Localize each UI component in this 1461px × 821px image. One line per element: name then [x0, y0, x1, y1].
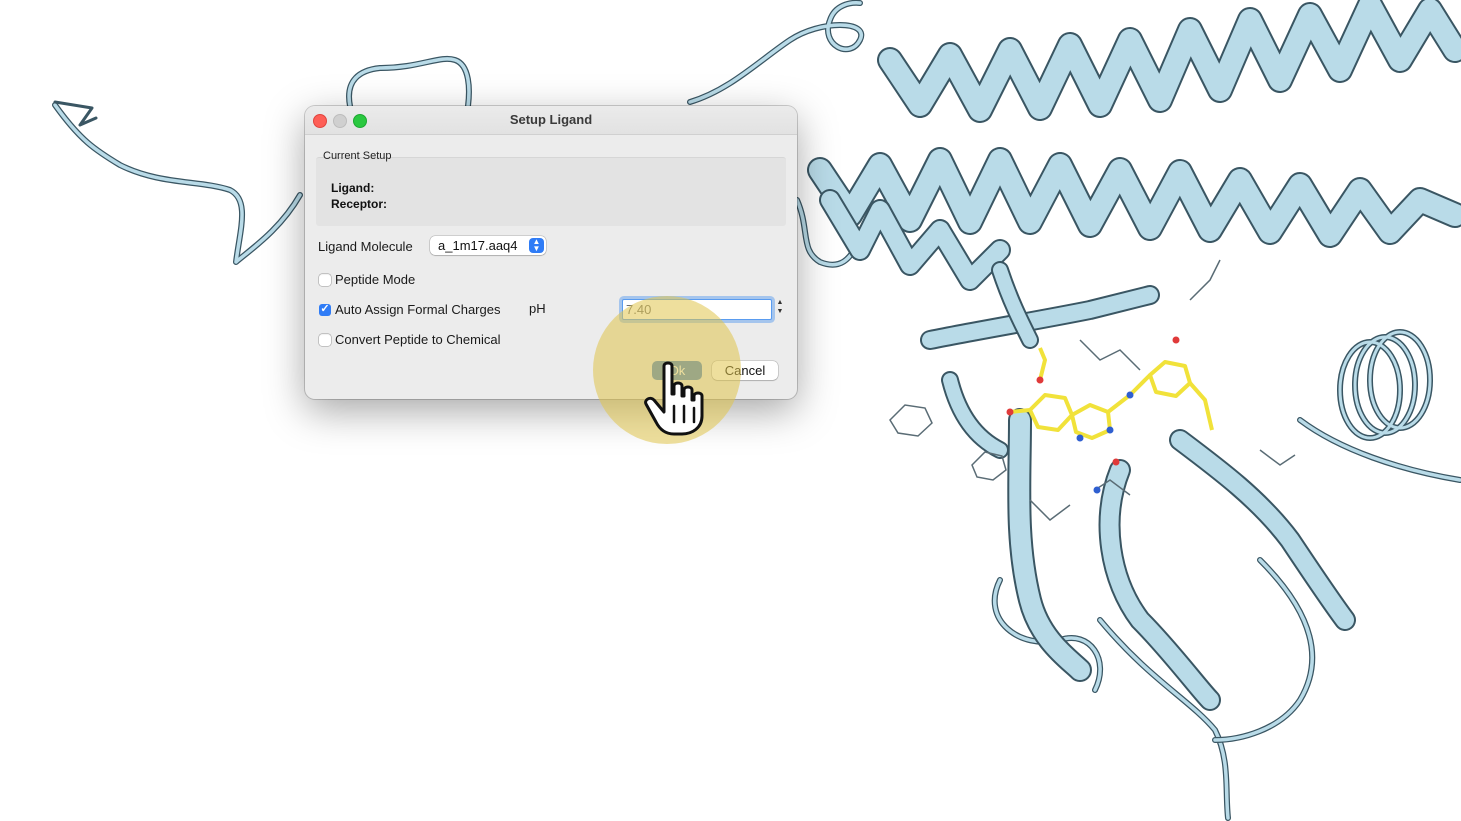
receptor-info-label: Receptor: — [331, 197, 388, 211]
beta-sheets — [920, 261, 1356, 711]
ligand-molecule-popup[interactable]: a_1m17.aaq4 ▲ ▼ — [430, 236, 546, 255]
auto-assign-charges-checkbox[interactable]: ✓ — [319, 303, 331, 316]
chevron-up-down-icon: ▲ ▼ — [529, 238, 544, 253]
stepper-up-icon[interactable]: ▲ — [775, 298, 785, 307]
ph-input[interactable]: 7.40 — [622, 299, 772, 320]
current-setup-group: Ligand: Receptor: — [316, 157, 786, 226]
helix-middle — [807, 147, 1461, 248]
ligand-molecule-value: a_1m17.aaq4 — [438, 238, 518, 253]
ligand-molecule-label: Ligand Molecule — [318, 239, 413, 254]
helix-top — [877, 0, 1461, 123]
current-setup-label: Current Setup — [323, 150, 392, 162]
ligand-structure — [1009, 347, 1214, 440]
setup-ligand-dialog: Setup Ligand Ligand: Receptor: Current S… — [305, 106, 797, 399]
checkmark-icon: ✓ — [320, 303, 330, 315]
molecular-viewer[interactable]: Setup Ligand Ligand: Receptor: Current S… — [0, 0, 1461, 821]
ligand-info-label: Ligand: — [331, 181, 375, 195]
ok-button[interactable]: Ok — [652, 361, 702, 380]
peptide-mode-label: Peptide Mode — [335, 272, 416, 287]
title-bar[interactable]: Setup Ligand — [305, 106, 797, 135]
stepper-down-icon[interactable]: ▼ — [775, 307, 785, 316]
ph-stepper[interactable]: ▲ ▼ — [775, 298, 785, 320]
cancel-button[interactable]: Cancel — [712, 361, 778, 380]
convert-peptide-checkbox[interactable] — [319, 334, 331, 346]
auto-assign-charges-label: Auto Assign Formal Charges — [335, 302, 501, 317]
convert-peptide-label: Convert Peptide to Chemical — [335, 332, 501, 347]
ph-value: 7.40 — [626, 302, 652, 317]
dialog-title: Setup Ligand — [509, 112, 593, 127]
peptide-mode-checkbox[interactable] — [319, 274, 331, 286]
helix-coil-right — [1337, 329, 1433, 441]
ph-label: pH — [529, 301, 546, 316]
